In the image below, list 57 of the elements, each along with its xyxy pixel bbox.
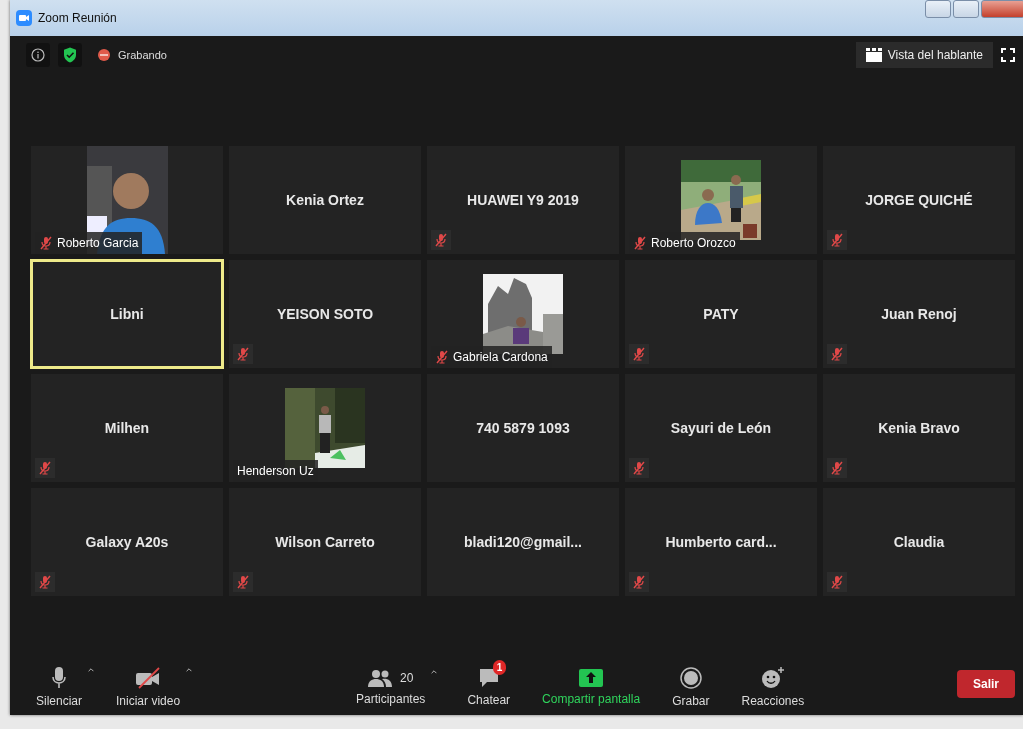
mic-button[interactable]: Silenciar — [32, 658, 87, 710]
participant-name: Gabriela Cardona — [453, 349, 548, 366]
button-label: Grabar — [672, 692, 710, 710]
caret-icon[interactable] — [184, 666, 195, 673]
participant-name: Humberto card... — [665, 532, 777, 552]
info-icon[interactable] — [31, 48, 45, 62]
video-off-icon — [135, 666, 162, 689]
participant-count: 20 — [400, 669, 414, 687]
participant-name: Wilson Carreto — [275, 532, 375, 552]
leave-button[interactable]: Salir — [957, 670, 1015, 698]
button-label: Reacciones — [741, 692, 805, 710]
participant-name: Kenia Ortez — [286, 190, 364, 210]
recording-icon — [98, 49, 110, 61]
participant-name: Galaxy A20s — [85, 532, 169, 552]
smiley-icon — [760, 666, 785, 689]
participant-name: HUAWEI Y9 2019 — [467, 190, 579, 210]
zoom-logo-icon — [16, 10, 32, 26]
participant-name: Roberto Orozco — [651, 235, 736, 252]
fullscreen-icon[interactable] — [1001, 48, 1015, 62]
recording-label: Grabando — [118, 47, 167, 63]
caret-icon[interactable] — [86, 666, 97, 673]
participant-name: Henderson Uz — [237, 463, 314, 480]
share-button[interactable]: Compartir pantalla — [538, 660, 645, 708]
window-title: Zoom Reunión — [38, 10, 117, 27]
participant-name: Sayuri de León — [670, 418, 772, 438]
share-screen-icon — [579, 668, 604, 687]
participant-name: Kenia Bravo — [878, 418, 960, 438]
video-button[interactable]: Iniciar video — [112, 658, 185, 710]
button-label: Chatear — [467, 691, 511, 709]
shield-icon[interactable] — [63, 47, 77, 63]
button-label: Silenciar — [36, 692, 83, 710]
participant-name: Libni — [110, 304, 144, 324]
participant-name: bladi120@gmail... — [464, 532, 582, 552]
maximize-button[interactable] — [953, 0, 979, 18]
minimize-button[interactable] — [925, 0, 951, 18]
button-label: Participantes — [356, 690, 426, 708]
notification-badge: 1 — [492, 659, 507, 675]
speaker-view-button[interactable]: Vista del hablante — [855, 42, 993, 68]
record-button[interactable]: Grabar — [668, 658, 714, 710]
grid-icon — [865, 48, 882, 62]
participants-button[interactable]: 20 Participantes — [352, 660, 430, 708]
button-label: Compartir pantalla — [542, 690, 641, 708]
participant-name: Juan Renoj — [881, 304, 957, 324]
participant-name: PATY — [703, 304, 739, 324]
caret-icon[interactable] — [429, 668, 440, 675]
button-label: Iniciar video — [116, 692, 181, 710]
participant-name: YEISON SOTO — [276, 304, 374, 324]
mic-icon — [52, 666, 66, 689]
record-icon — [679, 666, 702, 689]
participant-name: Milhen — [104, 418, 150, 438]
people-icon — [368, 668, 392, 687]
chat-button[interactable]: 1 Chatear — [463, 659, 515, 709]
participant-name: 740 5879 1093 — [476, 418, 570, 438]
reactions-button[interactable]: Reacciones — [737, 658, 809, 710]
participant-name: Claudia — [893, 532, 945, 552]
participant-name: JORGE QUICHÉ — [865, 190, 973, 210]
participant-name: Roberto Garcia — [57, 235, 139, 252]
